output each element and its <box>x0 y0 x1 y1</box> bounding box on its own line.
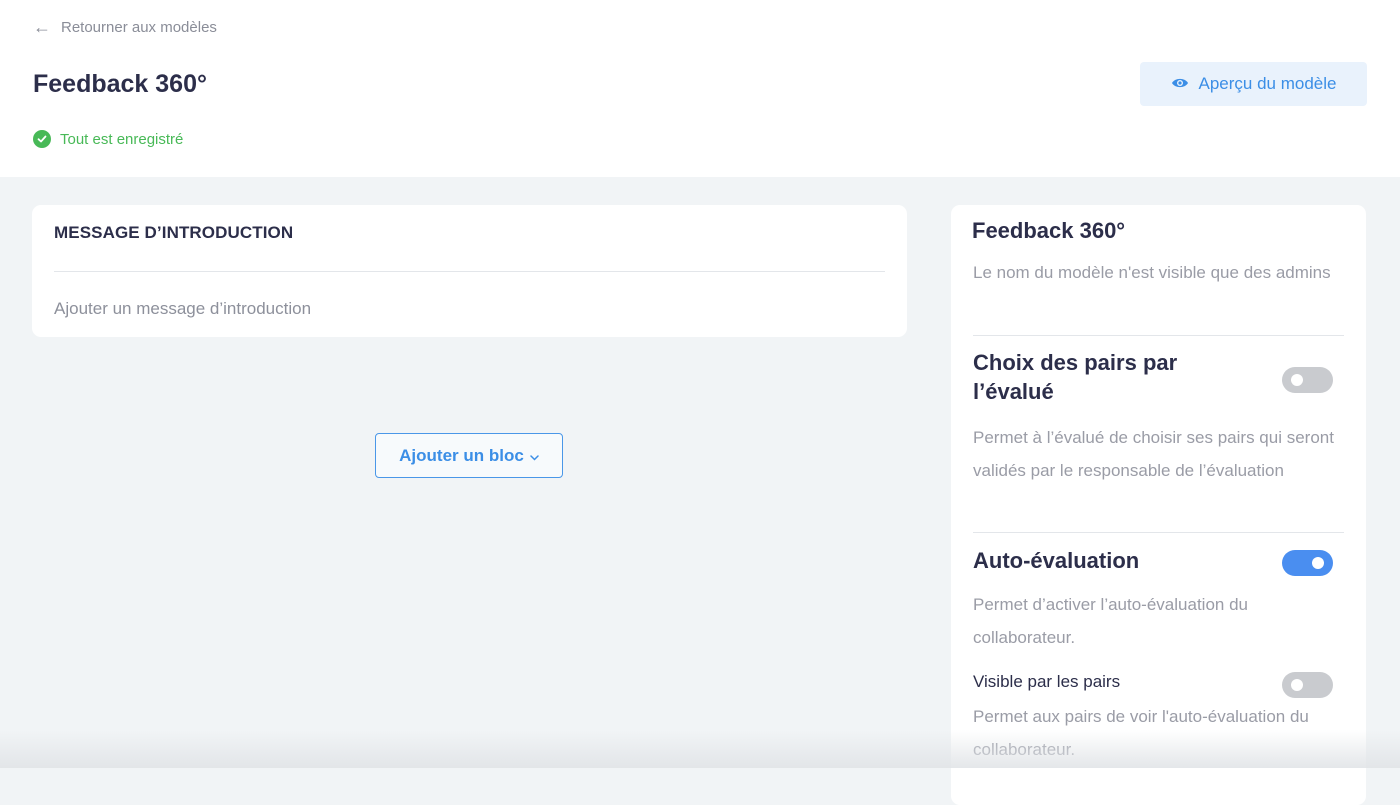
divider <box>973 335 1344 336</box>
back-to-templates-link[interactable]: ← Retourner aux modèles <box>33 18 217 36</box>
page-header: ← Retourner aux modèles Feedback 360° To… <box>0 0 1400 177</box>
visible-to-peers-setting-title: Visible par les pairs <box>973 672 1121 691</box>
arrow-left-icon: ← <box>33 17 51 37</box>
intro-card-title: MESSAGE D’INTRODUCTION <box>54 223 294 242</box>
add-block-label: Ajouter un bloc <box>399 445 524 465</box>
peer-choice-toggle[interactable] <box>1282 367 1333 393</box>
panel-subtitle: Le nom du modèle n'est visible que des a… <box>973 263 1331 282</box>
back-link-label: Retourner aux modèles <box>61 18 217 36</box>
eye-icon <box>1171 74 1189 94</box>
peer-choice-setting-title: Choix des pairs par l’évalué <box>973 350 1178 404</box>
toggle-knob <box>1291 679 1303 691</box>
save-status: Tout est enregistré <box>33 130 183 148</box>
preview-button-label: Aperçu du modèle <box>1198 74 1337 93</box>
add-block-button[interactable]: Ajouter un bloc <box>375 433 563 478</box>
intro-message-input[interactable]: Ajouter un message d’introduction <box>54 299 311 319</box>
page-title: Feedback 360° <box>33 70 207 98</box>
toggle-knob <box>1312 557 1324 569</box>
self-evaluation-toggle[interactable] <box>1282 550 1333 576</box>
divider <box>973 532 1344 533</box>
template-settings-panel: Feedback 360° Le nom du modèle n'est vis… <box>951 205 1366 805</box>
chevron-down-icon <box>530 446 539 466</box>
intro-message-card: MESSAGE D’INTRODUCTION Ajouter un messag… <box>32 205 907 337</box>
self-evaluation-setting-title: Auto-évaluation <box>973 548 1140 573</box>
divider <box>54 271 885 272</box>
visible-to-peers-toggle[interactable] <box>1282 672 1333 698</box>
visible-to-peers-setting-description: Permet aux pairs de voir l'auto-évaluati… <box>973 707 1309 759</box>
check-circle-icon <box>33 130 51 148</box>
template-preview-button[interactable]: Aperçu du modèle <box>1140 62 1367 106</box>
toggle-knob <box>1291 374 1303 386</box>
save-status-label: Tout est enregistré <box>60 130 184 148</box>
peer-choice-setting-description: Permet à l’évalué de choisir ses pairs q… <box>973 428 1334 480</box>
panel-title: Feedback 360° <box>972 218 1126 243</box>
self-evaluation-setting-description: Permet d’activer l’auto-évaluation du co… <box>973 595 1248 647</box>
